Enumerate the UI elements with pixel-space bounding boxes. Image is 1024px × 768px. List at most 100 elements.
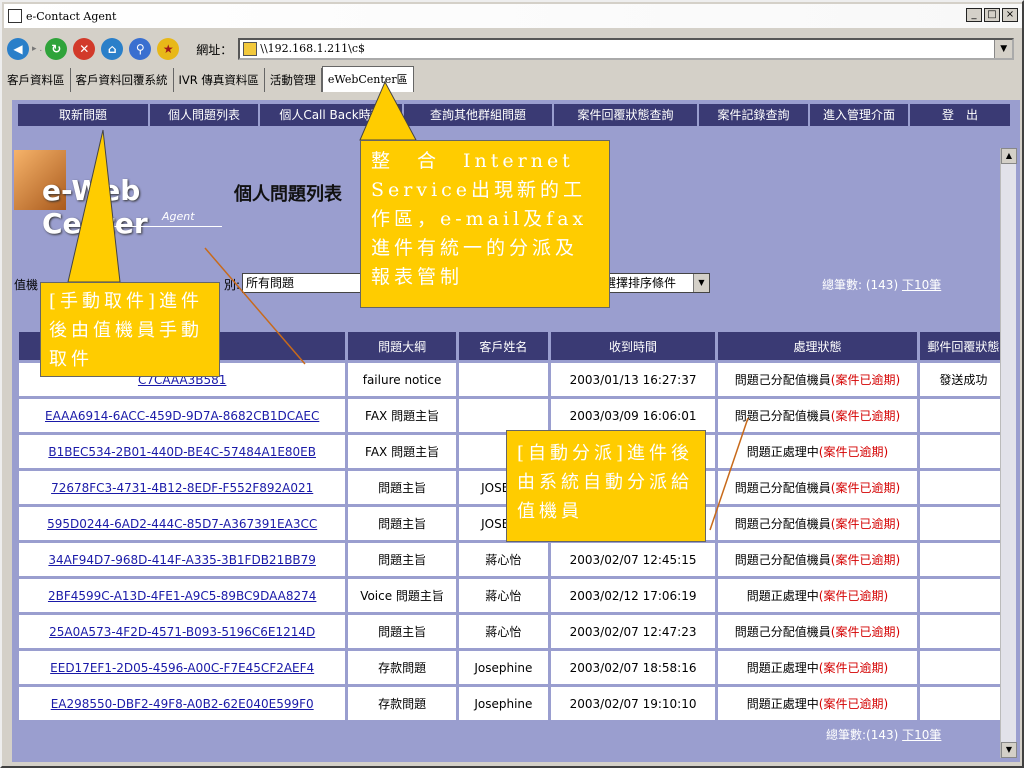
next-page-link-bottom[interactable]: 下10筆	[902, 728, 941, 742]
mail-status-cell	[919, 687, 1007, 720]
status-cell: 問題己分配值機員(案件已逾期)	[718, 507, 917, 540]
back-icon[interactable]: ◀	[7, 38, 29, 60]
ewebcenter-logo: e-Web Center Agent	[12, 140, 227, 240]
nav-fetch-new[interactable]: 取新問題	[18, 104, 150, 126]
case-id-link[interactable]: 34AF94D7-968D-414F-A335-3B1FDB21BB79	[19, 543, 346, 576]
subject-cell: 存款問題	[348, 651, 456, 684]
callout-auto: [自動分派]進件後由系統自動分派給值機員	[506, 430, 706, 542]
received-time-cell: 2003/01/13 16:27:37	[550, 363, 716, 396]
maximize-button[interactable]: □	[984, 8, 1000, 22]
col-status[interactable]: 處理狀態	[718, 332, 917, 360]
case-id-link[interactable]: 25A0A573-4F2D-4571-B093-5196C6E1214D	[19, 615, 346, 648]
tab-ivr-fax[interactable]: IVR 傳真資料區	[174, 68, 265, 92]
received-time-cell: 2003/02/07 19:10:10	[550, 687, 716, 720]
nav-personal-list[interactable]: 個人問題列表	[150, 104, 260, 126]
nav-case-records[interactable]: 案件記錄查詢	[699, 104, 810, 126]
window-controls: _ □ ×	[966, 8, 1018, 22]
nav-logout[interactable]: 登 出	[910, 104, 1012, 126]
status-cell: 問題己分配值機員(案件已逾期)	[718, 471, 917, 504]
case-id-link[interactable]: EED17EF1-2D05-4596-A00C-F7E45CF2AEF4	[19, 651, 346, 684]
status-cell: 問題正處理中(案件已逾期)	[718, 435, 917, 468]
nav-admin[interactable]: 進入管理介面	[810, 104, 910, 126]
customer-cell: 蔣心怡	[458, 615, 548, 648]
col-received[interactable]: 收到時間	[550, 332, 716, 360]
chevron-down-icon: ▼	[693, 274, 709, 292]
nav-callback[interactable]: 個人Call Back時程	[260, 104, 404, 126]
case-id-link[interactable]: 72678FC3-4731-4B12-8EDF-F552F892A021	[19, 471, 346, 504]
nav-query-groups[interactable]: 查詢其他群組問題	[404, 104, 554, 126]
overdue-badge: (案件已逾期)	[830, 517, 901, 531]
close-button[interactable]: ×	[1002, 8, 1018, 22]
app-icon	[8, 9, 22, 23]
subject-cell: 問題主旨	[348, 615, 456, 648]
table-row: 25A0A573-4F2D-4571-B093-5196C6E1214D 問題主旨…	[19, 615, 1007, 648]
subject-cell: FAX 問題主旨	[348, 435, 456, 468]
subject-cell: 問題主旨	[348, 543, 456, 576]
case-id-link[interactable]: B1BEC534-2B01-440D-BE4C-57484A1E80EB	[19, 435, 346, 468]
subject-cell: failure notice	[348, 363, 456, 396]
mail-status-cell	[919, 507, 1007, 540]
scroll-up-icon[interactable]: ▲	[1001, 148, 1017, 164]
search-icon[interactable]: ⚲	[129, 38, 152, 60]
subject-cell: FAX 問題主旨	[348, 399, 456, 432]
table-row: 34AF94D7-968D-414F-A335-3B1FDB21BB79 問題主旨…	[19, 543, 1007, 576]
home-icon[interactable]: ⌂	[101, 38, 124, 60]
category-select[interactable]: 所有問題	[242, 273, 362, 293]
customer-cell	[458, 363, 548, 396]
address-dropdown-icon[interactable]: ▼	[994, 40, 1013, 58]
filter-label: 值機	[14, 278, 39, 292]
subject-cell: 問題主旨	[348, 507, 456, 540]
overdue-badge: (案件已逾期)	[830, 409, 901, 423]
col-subject[interactable]: 問題大綱	[348, 332, 456, 360]
customer-cell: 蔣心怡	[458, 579, 548, 612]
minimize-button[interactable]: _	[966, 8, 982, 22]
folder-icon	[243, 42, 258, 56]
nav-bar: 取新問題 個人問題列表 個人Call Back時程 查詢其他群組問題 案件回覆狀…	[18, 104, 1012, 126]
received-time-cell: 2003/02/07 12:45:15	[550, 543, 716, 576]
mail-status-cell: 發送成功	[919, 363, 1007, 396]
tab-customer-reply[interactable]: 客戶資料回覆系統	[71, 68, 174, 92]
overdue-badge: (案件已逾期)	[830, 553, 901, 567]
favorites-icon[interactable]: ★	[157, 38, 180, 60]
status-cell: 問題己分配值機員(案件已逾期)	[718, 543, 917, 576]
tab-ewebcenter[interactable]: eWebCenter區	[321, 66, 414, 92]
col-mail-status[interactable]: 郵件回覆狀態	[919, 332, 1007, 360]
address-label: 網址：	[196, 42, 233, 57]
overdue-badge: (案件已逾期)	[818, 697, 889, 711]
received-time-cell: 2003/02/07 18:58:16	[550, 651, 716, 684]
customer-cell: Josephine	[458, 687, 548, 720]
case-id-link[interactable]: EAAA6914-6ACC-459D-9D7A-8682CB1DCAEC	[19, 399, 346, 432]
refresh-icon[interactable]: ↻	[45, 38, 68, 60]
case-id-link[interactable]: 2BF4599C-A13D-4FE1-A9C5-89BC9DAA8274	[19, 579, 346, 612]
overdue-badge: (案件已逾期)	[818, 589, 889, 603]
tab-activity[interactable]: 活動管理	[265, 68, 322, 92]
callout-manual: [手動取件]進件後由值機員手動取件	[40, 282, 220, 377]
table-row: 2BF4599C-A13D-4FE1-A9C5-89BC9DAA8274 Voic…	[19, 579, 1007, 612]
vertical-scrollbar[interactable]: ▲ ▼	[1000, 148, 1017, 758]
next-page-link[interactable]: 下10筆	[902, 278, 941, 292]
page-title: 個人問題列表	[234, 184, 342, 205]
nav-reply-status[interactable]: 案件回覆狀態查詢	[554, 104, 699, 126]
sort-select[interactable]: 選擇排序條件 ▼	[600, 273, 710, 293]
scroll-down-icon[interactable]: ▼	[1001, 742, 1017, 758]
address-field[interactable]: \\192.168.1.211\c$ ▼	[238, 38, 1015, 60]
received-time-cell: 2003/02/12 17:06:19	[550, 579, 716, 612]
customer-cell: 蔣心怡	[458, 543, 548, 576]
status-cell: 問題正處理中(案件已逾期)	[718, 687, 917, 720]
browser-window: e-Contact Agent _ □ × ◀ ▸ . ↻ ✕ ⌂ ⚲ ★ 網址…	[0, 0, 1024, 768]
table-row: EA298550-DBF2-49F8-A0B2-62E040E599F0 存款問題…	[19, 687, 1007, 720]
customer-cell	[458, 399, 548, 432]
forward-icon[interactable]: ▸ .	[32, 44, 42, 54]
mail-status-cell	[919, 399, 1007, 432]
stop-icon[interactable]: ✕	[73, 38, 96, 60]
subject-cell: 問題主旨	[348, 471, 456, 504]
subject-cell: Voice 問題主旨	[348, 579, 456, 612]
tab-customer-data[interactable]: 客戶資料區	[2, 68, 71, 92]
col-customer[interactable]: 客戶姓名	[458, 332, 548, 360]
case-id-link[interactable]: EA298550-DBF2-49F8-A0B2-62E040E599F0	[19, 687, 346, 720]
received-time-cell: 2003/02/07 12:47:23	[550, 615, 716, 648]
title-bar: e-Contact Agent _ □ ×	[4, 4, 1022, 28]
overdue-badge: (案件已逾期)	[818, 661, 889, 675]
subject-cell: 存款問題	[348, 687, 456, 720]
case-id-link[interactable]: 595D0244-6AD2-444C-85D7-A367391EA3CC	[19, 507, 346, 540]
